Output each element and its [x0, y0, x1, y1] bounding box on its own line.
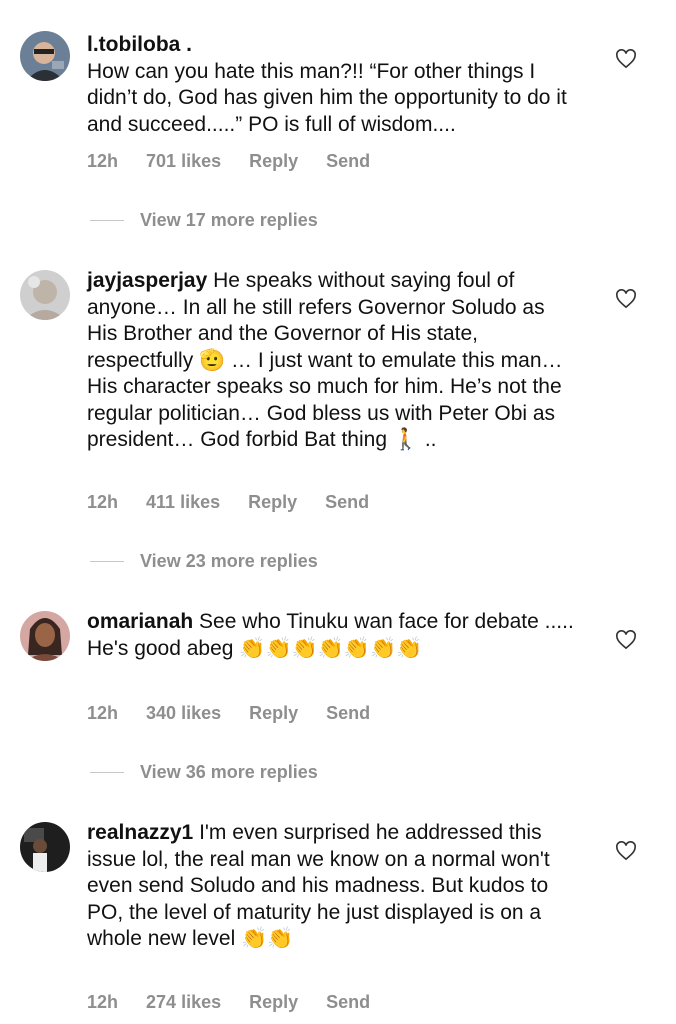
heart-icon[interactable] [615, 630, 637, 650]
reply-button[interactable]: Reply [249, 992, 298, 1013]
comment-body: How can you hate this man?!! “For other … [87, 59, 567, 136]
username[interactable]: jayjasperjay [87, 269, 207, 292]
likes-count[interactable]: 411 likes [146, 492, 220, 513]
heart-icon[interactable] [615, 289, 637, 309]
username[interactable]: realnazzy1 [87, 821, 193, 844]
likes-count[interactable]: 340 likes [146, 703, 221, 724]
timestamp: 12h [87, 703, 119, 723]
comment-meta: 12h 411 likes Reply Send [87, 492, 397, 513]
send-button[interactable]: Send [325, 492, 369, 513]
divider-line [90, 561, 124, 562]
heart-icon[interactable] [615, 841, 637, 861]
avatar[interactable] [20, 611, 70, 661]
comment-body: He speaks without saying foul of anyone…… [87, 269, 563, 451]
reply-button[interactable]: Reply [249, 703, 298, 724]
avatar[interactable] [20, 31, 70, 81]
comment-text: jayjasperjay He speaks without saying fo… [87, 268, 577, 454]
comment-text: l.tobiloba . How can you hate this man?!… [87, 32, 587, 138]
timestamp: 12h [87, 492, 119, 512]
comment-meta: 12h 701 likes Reply Send [87, 151, 398, 172]
reply-button[interactable]: Reply [249, 151, 298, 172]
comment-text: omarianah See who Tinuku wan face for de… [87, 609, 577, 662]
divider-line [90, 772, 124, 773]
avatar[interactable] [20, 270, 70, 320]
send-button[interactable]: Send [326, 992, 370, 1013]
view-replies-button[interactable]: View 36 more replies [90, 762, 318, 783]
likes-count[interactable]: 274 likes [146, 992, 221, 1013]
send-button[interactable]: Send [326, 703, 370, 724]
comment-item: l.tobiloba . How can you hate this man?!… [0, 0, 676, 250]
comment-text: realnazzy1 I'm even surprised he address… [87, 820, 577, 953]
comment-meta: 12h 340 likes Reply Send [87, 703, 398, 724]
avatar[interactable] [20, 822, 70, 872]
view-replies-button[interactable]: View 17 more replies [90, 210, 318, 231]
view-replies-button[interactable]: View 23 more replies [90, 551, 318, 572]
username[interactable]: omarianah [87, 610, 193, 633]
likes-count[interactable]: 701 likes [146, 151, 221, 172]
timestamp: 12h [87, 151, 119, 171]
comment-meta: 12h 274 likes Reply Send [87, 992, 398, 1013]
divider-line [90, 220, 124, 221]
reply-button[interactable]: Reply [248, 492, 297, 513]
heart-icon[interactable] [615, 49, 637, 69]
username[interactable]: l.tobiloba . [87, 32, 587, 59]
send-button[interactable]: Send [326, 151, 370, 172]
timestamp: 12h [87, 992, 119, 1012]
